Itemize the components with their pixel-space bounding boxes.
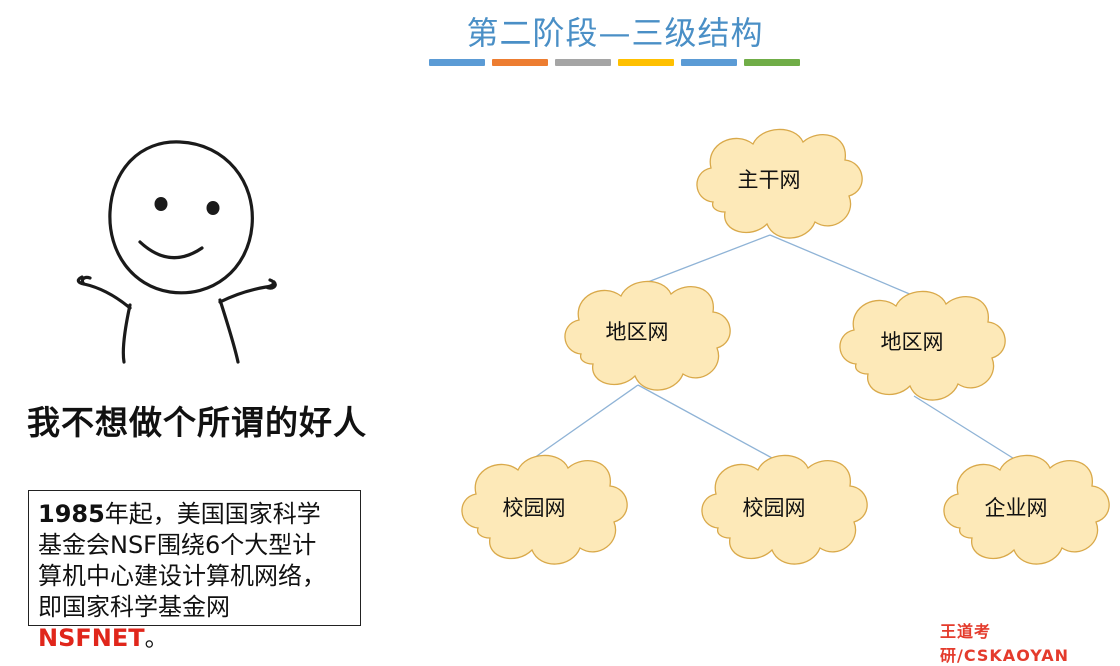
node-regional-b: 地区网 [880,330,944,354]
slide-title: 第二阶段—三级结构 [466,14,764,52]
title-bar-3 [555,59,611,66]
three-tier-network-diagram: 主干网 地区网 地区网 校园网 校园网 企业网 [430,110,1110,610]
edge-regional-a-to-campus-a [533,384,639,459]
title-bar-5 [681,59,737,66]
meme-caption: 我不想做个所谓的好人 [27,403,367,442]
info-line-3: 算机中心建设计算机网络， [38,562,326,590]
shrugging-stick-figure-icon [76,140,277,364]
title-bar-6 [744,59,800,66]
edge-root-to-regional-a [639,234,771,286]
title-bar-2 [492,59,548,66]
title-bar-1 [429,59,485,66]
nsfnet-info-box: 1985年起，美国国家科学 基金会NSF围绕6个大型计 算机中心建设计算机网络，… [28,490,361,652]
watermark-text: 王道考研/CSKAOYAN [940,622,1070,665]
edge-regional-a-to-campus-b [637,384,773,459]
info-line-2: 基金会NSF围绕6个大型计 [38,531,317,559]
title-bar-4 [618,59,674,66]
nsfnet-highlight: NSFNET [38,624,145,652]
info-line-4: 即国家科学基金网 NSFNET。 [38,592,352,654]
info-line-1-text: 年起，美国国家科学 [104,500,321,528]
info-year: 1985 [38,500,105,528]
edge-root-to-regional-b [769,234,913,296]
node-regional-a: 地区网 [605,320,669,344]
node-backbone: 主干网 [737,168,801,192]
info-line-4-end: 。 [144,624,169,652]
info-line-4-text: 即国家科学基金网 [38,593,230,621]
node-campus-a: 校园网 [502,496,566,520]
node-enterprise: 企业网 [984,496,1048,520]
info-line-1: 1985年起，美国国家科学 [38,499,352,530]
node-campus-b: 校园网 [742,496,806,520]
edge-regional-b-to-enterprise [913,395,1017,461]
